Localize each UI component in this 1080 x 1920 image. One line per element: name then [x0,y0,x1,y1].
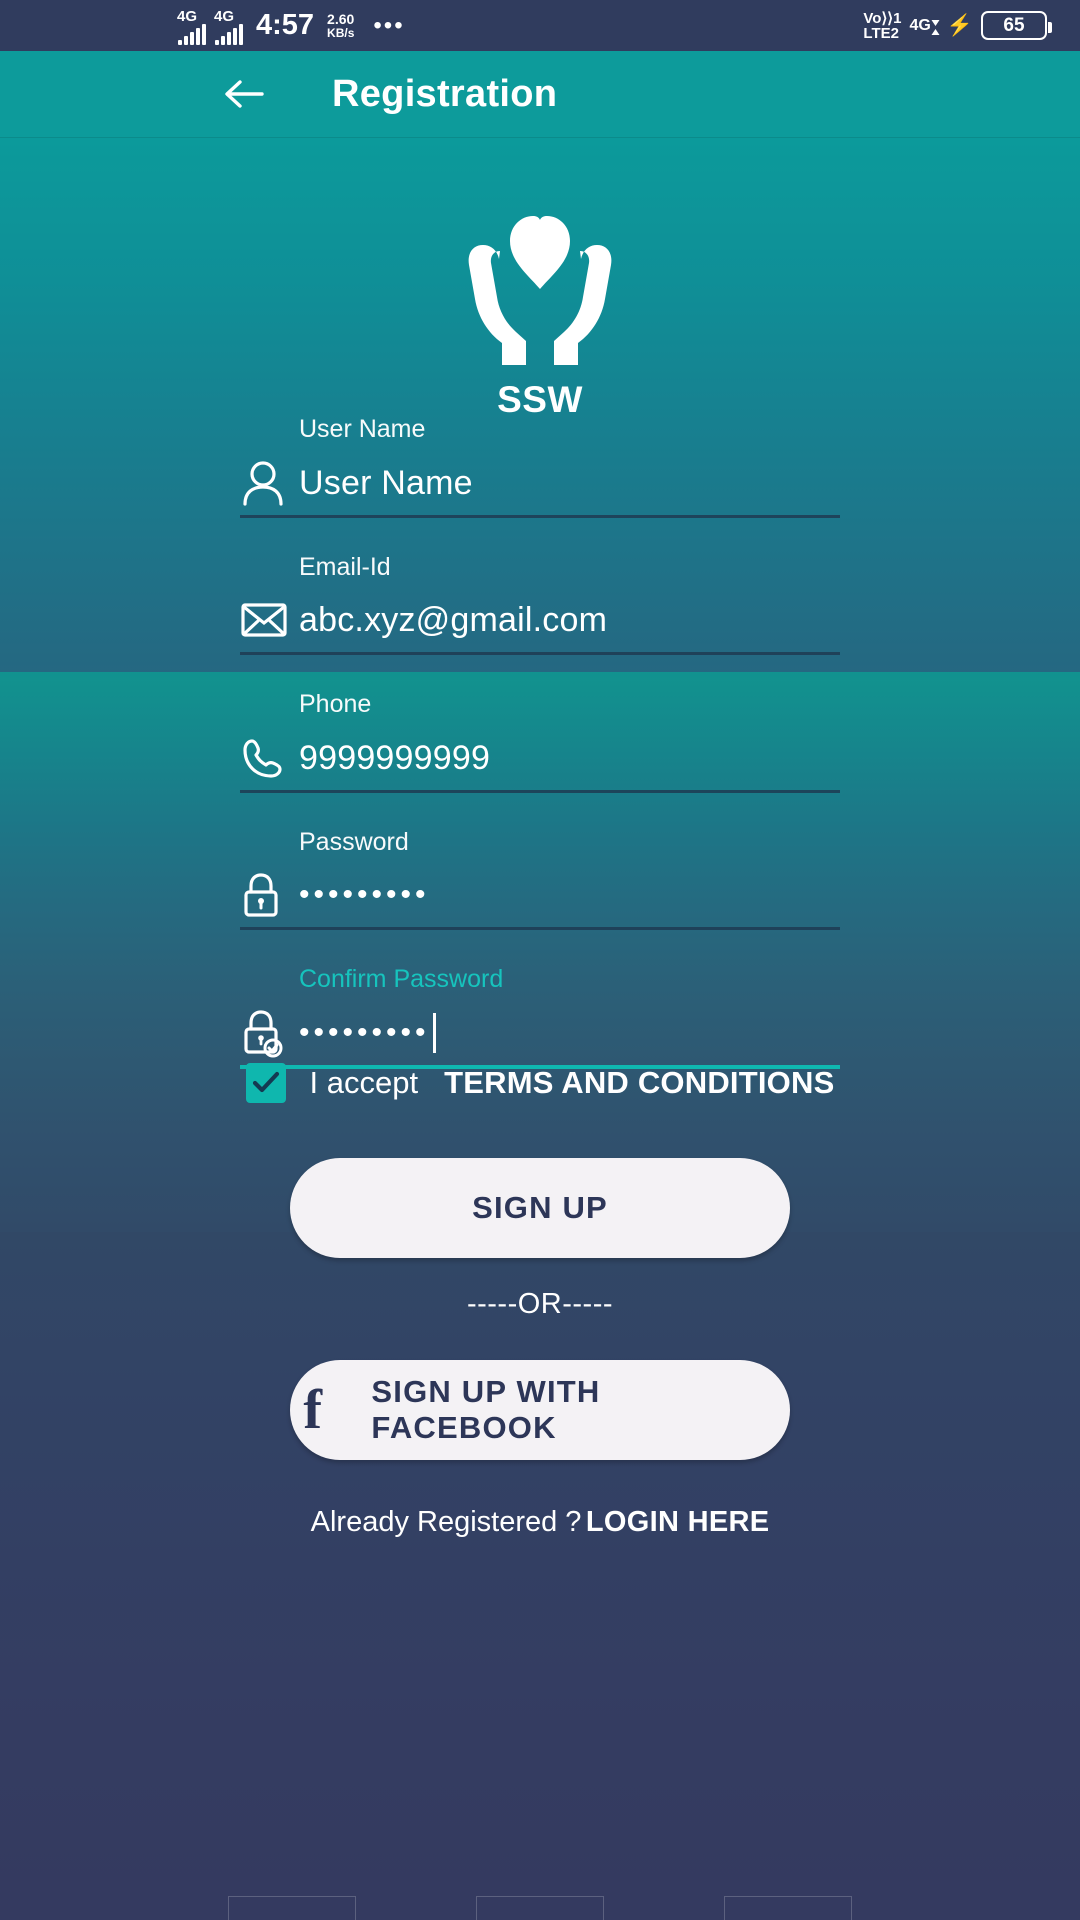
field-username-underline [240,514,840,518]
app-logo-text: SSW [497,379,583,420]
data-transfer-arrows-icon [931,19,940,35]
field-phone-underline [240,789,840,793]
sign-up-button[interactable]: SIGN UP [290,1158,790,1258]
sign-up-facebook-label: SIGN UP WITH FACEBOOK [371,1374,601,1445]
status-bar-right: Vo⟩⟩1 LTE2 4G ⚡ 65 [863,0,1052,51]
network-speed-value: 2.60 [327,10,355,27]
battery-indicator: 65 [981,11,1052,40]
battery-percent-label: 65 [1003,14,1025,36]
registration-form: User Name User Name Email-Id abc.xyz@gma… [0,415,1080,1069]
data-network-icon: 4G [909,16,940,35]
text-caret [432,1012,436,1053]
user-icon [240,457,299,509]
heart-in-hands-icon [468,216,612,365]
volte-line-1: Vo⟩⟩1 [863,9,902,27]
terms-and-conditions-link[interactable]: TERMS AND CONDITIONS [444,1065,834,1101]
screen-content: SSW User Name User Name Email-Id abc.xyz… [0,138,1080,1920]
registration-screen: SSW User Name User Name Email-Id abc.xyz… [0,138,1080,1920]
status-bar-clock: 4:57 [256,9,315,41]
lock-icon [240,869,299,921]
field-username-label: User Name [299,415,426,443]
volte-line-2: LTE2 [863,24,899,42]
page-title: Registration [332,72,558,115]
field-username-input[interactable]: User Name [299,466,473,500]
nav-back-hint[interactable] [228,1896,356,1920]
nav-recents-hint[interactable] [724,1896,852,1920]
app-logo: SSW [0,193,1080,421]
signal-bars-sim1 [178,23,206,45]
terms-checkbox[interactable] [245,1063,286,1103]
app-bar: Registration [0,51,1080,138]
field-password: Password ••••••••• [240,827,840,930]
field-password-underline [240,927,840,930]
sim1-network-label: 4G [177,7,198,25]
network-speed-unit: KB/s [327,25,355,40]
field-phone: Phone 9999999999 [240,690,840,793]
already-registered-label: Already Registered ? [310,1506,582,1538]
terms-row: I accept TERMS AND CONDITIONS [0,1063,1080,1103]
field-password-row[interactable]: ••••••••• [240,865,840,925]
status-bar: 4G 4G 4:57 2.60 KB/s ••• Vo⟩⟩1 LTE2 4G ⚡… [0,0,1080,51]
field-password-input[interactable]: ••••••••• [299,880,430,910]
field-email: Email-Id abc.xyz@gmail.com [240,552,840,655]
field-confirm-password-label: Confirm Password [299,965,504,993]
or-divider: -----OR----- [466,1288,614,1320]
phone-icon [240,732,299,784]
facebook-icon: f [303,1379,323,1441]
sign-up-facebook-button[interactable]: f SIGN UP WITH FACEBOOK [290,1360,790,1460]
field-confirm-password: Confirm Password ••••••••• [240,965,840,1069]
login-footer: Already Registered ? LOGIN HERE [0,1506,1080,1539]
sign-up-button-label: SIGN UP [472,1190,608,1225]
field-email-row[interactable]: abc.xyz@gmail.com [240,590,840,650]
login-here-link[interactable]: LOGIN HERE [586,1506,769,1538]
field-phone-input[interactable]: 9999999999 [299,741,490,775]
field-phone-row[interactable]: 9999999999 [240,728,840,788]
terms-accept-label: I accept [309,1065,419,1100]
data-network-label: 4G [909,16,931,34]
signal-sim2-icon: 4G [214,7,243,45]
charging-bolt-icon: ⚡ [946,13,973,37]
field-username: User Name User Name [240,415,840,518]
status-bar-left: 4G 4G 4:57 2.60 KB/s ••• [177,0,405,51]
field-username-row[interactable]: User Name [240,453,840,513]
field-phone-label: Phone [299,690,372,718]
field-email-input[interactable]: abc.xyz@gmail.com [299,603,607,637]
arrow-left-icon [225,80,264,108]
envelope-icon [240,594,299,646]
lock-check-icon [240,1007,299,1059]
signal-bars-sim2 [215,23,243,45]
field-email-underline [240,652,840,655]
checkmark-icon [252,1071,279,1093]
signal-sim1-icon: 4G [177,7,206,45]
notification-overflow-icon: ••• [373,11,405,39]
field-password-label: Password [299,827,409,856]
field-confirm-password-input[interactable]: ••••••••• [299,1017,430,1048]
navigation-bar [0,1896,1080,1920]
field-email-label: Email-Id [299,552,391,581]
nav-home-hint[interactable] [476,1896,604,1920]
back-button[interactable] [222,72,266,116]
network-speed-indicator: 2.60 KB/s [327,12,354,39]
volte-icon: Vo⟩⟩1 LTE2 [863,11,901,41]
field-confirm-password-row[interactable]: ••••••••• [240,1003,840,1063]
sim2-network-label: 4G [214,7,235,25]
